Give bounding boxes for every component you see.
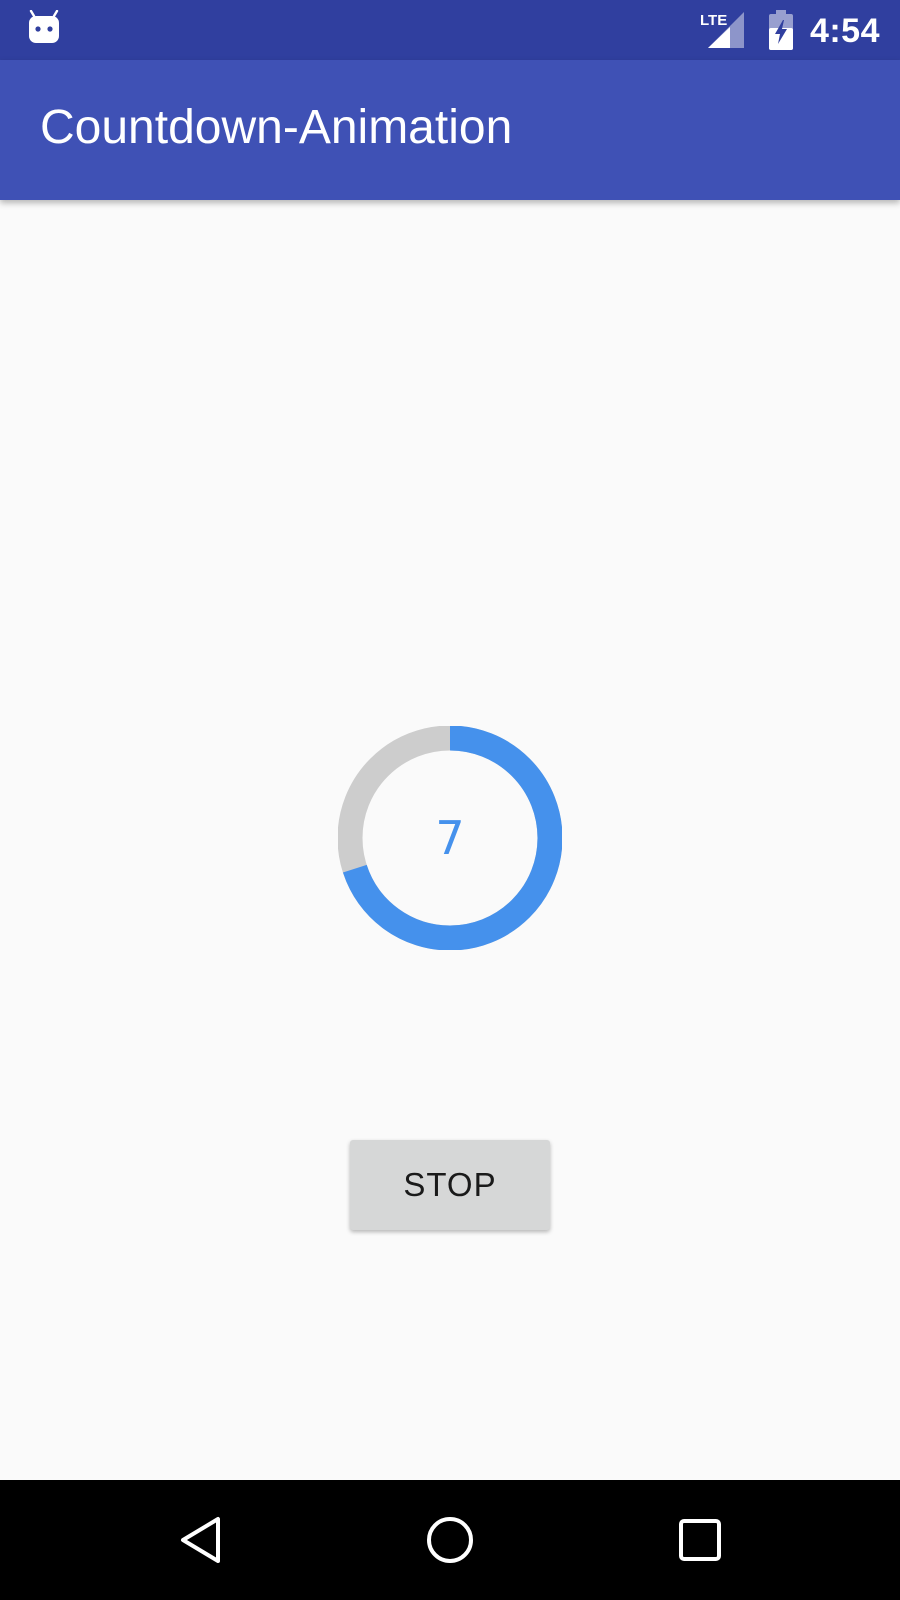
- countdown-ring: 7: [338, 726, 562, 950]
- network-type-label: LTE: [700, 12, 727, 29]
- app-title: Countdown-Animation: [40, 101, 513, 154]
- status-clock: 4:54: [809, 12, 880, 50]
- nav-recents-button[interactable]: [640, 1480, 760, 1600]
- recents-icon: [679, 1519, 721, 1561]
- status-bar: LTE 4:54: [0, 0, 900, 60]
- countdown-number: 7: [435, 811, 465, 865]
- back-icon: [181, 1517, 220, 1563]
- app-screen: LTE 4:54 Countdown-Animation 7 STOP: [0, 0, 900, 1600]
- battery-charging-icon: [768, 10, 794, 55]
- nav-home-button[interactable]: [390, 1480, 510, 1600]
- android-notification-icon: [28, 9, 60, 49]
- nav-back-button[interactable]: [141, 1480, 261, 1600]
- navigation-bar: [0, 1480, 900, 1600]
- stop-button[interactable]: STOP: [350, 1140, 550, 1230]
- lte-signal-icon: LTE: [700, 10, 744, 53]
- home-icon: [427, 1517, 473, 1563]
- app-bar: Countdown-Animation: [0, 60, 900, 200]
